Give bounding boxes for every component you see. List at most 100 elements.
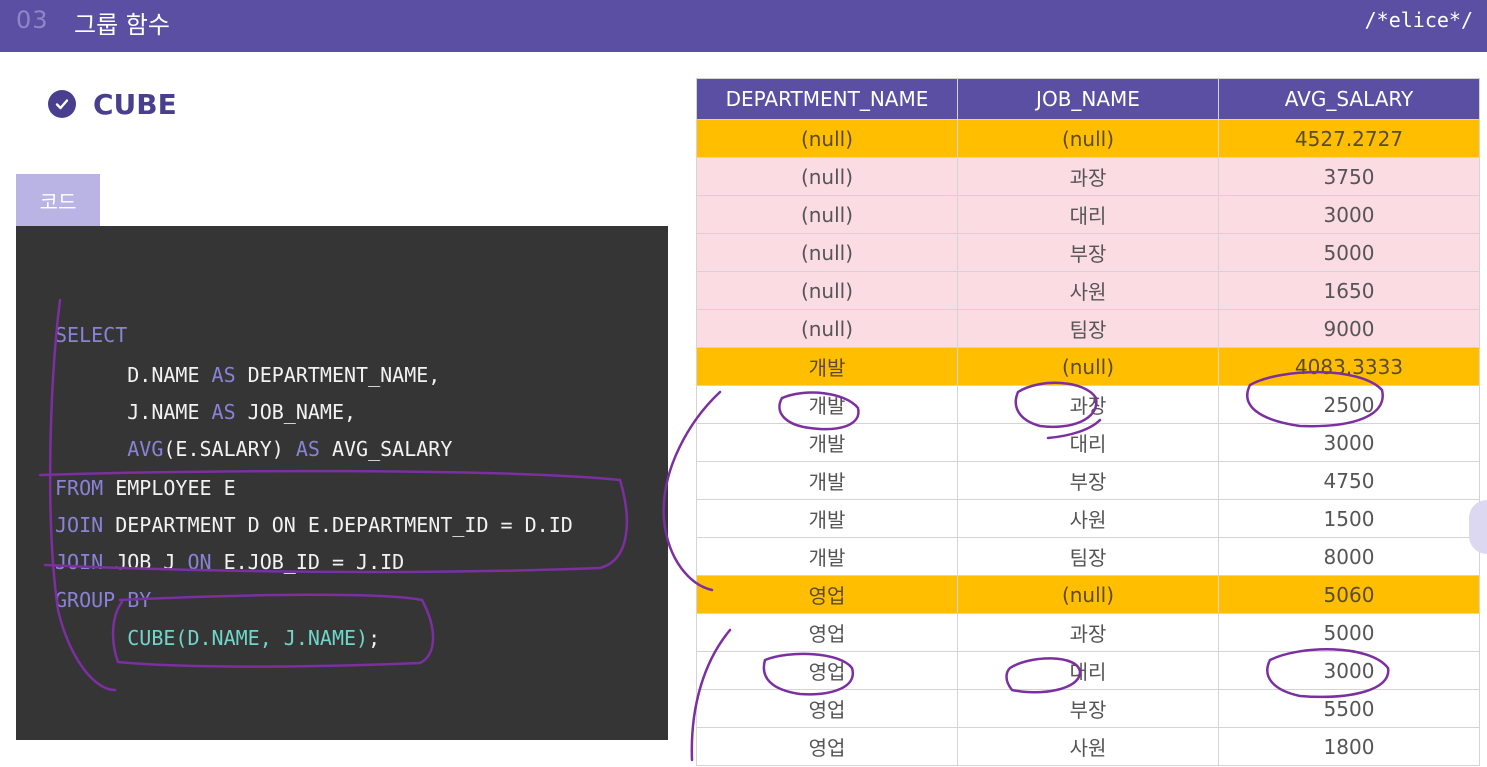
code-token: JOB J [103, 550, 188, 574]
table-cell: 1650 [1218, 271, 1480, 310]
table-row: 개발 사원 1500 [696, 499, 1480, 538]
code-block: SELECT D.NAME AS DEPARTMENT_NAME, J.NAME… [16, 226, 668, 740]
code-line: SELECT [55, 323, 127, 347]
table-row: 영업 (null) 5060 [696, 575, 1480, 614]
code-line: JOIN DEPARTMENT D ON E.DEPARTMENT_ID = D… [55, 513, 573, 537]
code-tab[interactable]: 코드 [16, 174, 100, 226]
table-cell: 3000 [1218, 195, 1480, 234]
code-line: CUBE(D.NAME, J.NAME); [55, 626, 380, 650]
table-cell: 팀장 [957, 537, 1219, 576]
table-cell: 5000 [1218, 613, 1480, 652]
code-token: AVG_SALARY [319, 437, 453, 461]
table-cell: (null) [696, 157, 958, 196]
code-keyword: GROUP BY [55, 588, 152, 612]
code-token: (E.SALARY) [163, 437, 296, 461]
table-cell: 영업 [696, 575, 958, 614]
code-line: JOIN JOB J ON E.JOB_ID = J.ID [55, 550, 404, 574]
table-row: 영업 과장 5000 [696, 613, 1480, 652]
code-line: GROUP BY [55, 588, 151, 612]
table-cell: 4527.2727 [1218, 119, 1480, 158]
table-cell: (null) [696, 309, 958, 348]
table-cell: 개발 [696, 537, 958, 576]
code-function: CUBE(D.NAME, J.NAME) [127, 626, 369, 650]
table-row: (null) 대리 3000 [696, 195, 1480, 234]
table-cell: 4750 [1218, 461, 1480, 500]
check-circle-icon [48, 90, 76, 118]
table-row: 개발 부장 4750 [696, 461, 1480, 500]
code-token: DEPARTMENT_NAME, [235, 363, 441, 387]
table-row: 영업 부장 5500 [696, 689, 1480, 728]
brand-logo: /*elice*/ [1364, 8, 1473, 32]
table-cell: 5060 [1218, 575, 1480, 614]
code-keyword: AS [295, 437, 320, 461]
table-cell: 영업 [696, 651, 958, 690]
code-token: D.NAME [55, 363, 212, 387]
table-cell: 대리 [957, 195, 1219, 234]
table-cell: 부장 [957, 233, 1219, 272]
code-token: JOB_NAME, [235, 400, 357, 424]
code-line: J.NAME AS JOB_NAME, [55, 400, 356, 424]
table-cell: 사원 [957, 271, 1219, 310]
table-cell: 1500 [1218, 499, 1480, 538]
table-cell: 팀장 [957, 309, 1219, 348]
table-cell: 과장 [957, 613, 1219, 652]
table-cell: 사원 [957, 727, 1219, 766]
slide-heading: CUBE [48, 86, 177, 122]
table-cell: (null) [957, 347, 1219, 386]
code-keyword: ON [187, 550, 212, 574]
table-row: 영업 대리 3000 [696, 651, 1480, 690]
table-cell: 5500 [1218, 689, 1480, 728]
table-cell: 개발 [696, 461, 958, 500]
section-title: 그룹 함수 [74, 11, 170, 39]
table-cell: (null) [957, 119, 1219, 158]
section-number: 03 [16, 6, 49, 34]
table-cell: 대리 [957, 423, 1219, 462]
table-row: 영업 사원 1800 [696, 727, 1480, 766]
table-row: 개발 과장 2500 [696, 385, 1480, 424]
side-handle[interactable] [1469, 500, 1487, 554]
table-cell: 3750 [1218, 157, 1480, 196]
column-header-department-name: DEPARTMENT_NAME [696, 78, 958, 120]
code-token: E.JOB_ID = J.ID [211, 550, 405, 574]
table-cell: 개발 [696, 423, 958, 462]
code-keyword: SELECT [55, 323, 128, 347]
table-cell: 9000 [1218, 309, 1480, 348]
code-token: ; [368, 626, 381, 650]
table-cell: 1800 [1218, 727, 1480, 766]
code-keyword: AS [211, 400, 236, 424]
table-cell: 부장 [957, 461, 1219, 500]
table-cell: (null) [696, 233, 958, 272]
table-cell: (null) [696, 119, 958, 158]
table-cell: (null) [696, 195, 958, 234]
table-cell: 개발 [696, 385, 958, 424]
code-line: D.NAME AS DEPARTMENT_NAME, [55, 363, 440, 387]
code-keyword: AVG [127, 437, 164, 461]
code-keyword: FROM [55, 476, 104, 500]
code-keyword: AS [211, 363, 236, 387]
table-cell: 과장 [957, 385, 1219, 424]
table-cell: (null) [696, 271, 958, 310]
table-cell: (null) [957, 575, 1219, 614]
table-row: (null) 부장 5000 [696, 233, 1480, 272]
table-cell: 대리 [957, 651, 1219, 690]
table-cell: 개발 [696, 347, 958, 386]
top-bar: 03 그룹 함수 /*elice*/ [0, 0, 1487, 52]
code-token: EMPLOYEE E [103, 476, 236, 500]
table-cell: 영업 [696, 613, 958, 652]
table-cell: 2500 [1218, 385, 1480, 424]
code-token: DEPARTMENT D ON E.DEPARTMENT_ID = D.ID [103, 513, 573, 537]
slide-title: CUBE [93, 87, 177, 121]
code-keyword: JOIN [55, 513, 104, 537]
table-row: (null) 팀장 9000 [696, 309, 1480, 348]
table-row: 개발 대리 3000 [696, 423, 1480, 462]
table-cell: 영업 [696, 689, 958, 728]
table-cell: 사원 [957, 499, 1219, 538]
table-cell: 5000 [1218, 233, 1480, 272]
code-line: AVG(E.SALARY) AS AVG_SALARY [55, 437, 452, 461]
table-cell: 3000 [1218, 651, 1480, 690]
code-token: J.NAME [55, 400, 212, 424]
table-row: (null) (null) 4527.2727 [696, 119, 1480, 158]
column-header-avg-salary: AVG_SALARY [1218, 78, 1480, 120]
